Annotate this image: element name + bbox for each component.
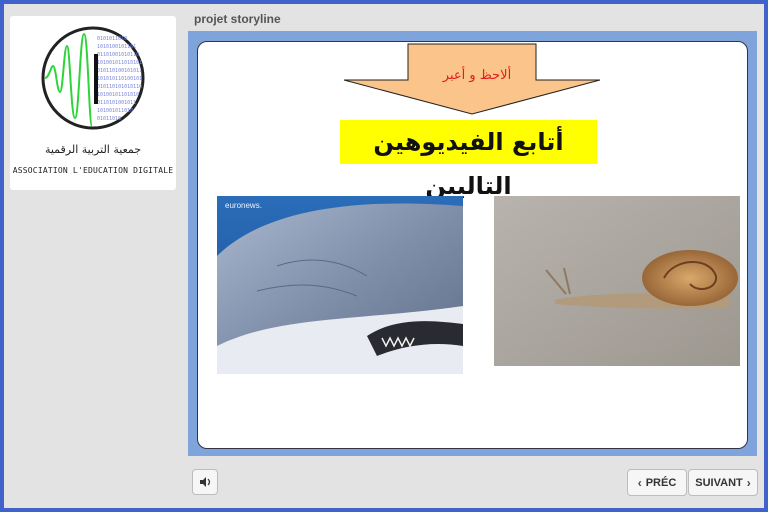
prev-label: PRÉC (645, 476, 677, 489)
chevron-left-icon: ‹ (637, 475, 642, 490)
svg-text:10100101101010: 10100101101010 (97, 92, 139, 98)
chevron-right-icon: › (746, 475, 751, 490)
svg-text:0101011010: 0101011010 (97, 36, 127, 42)
volume-button[interactable] (192, 469, 218, 495)
svg-text:010110101010110: 010110101010110 (97, 84, 142, 90)
slide-canvas: ألاحظ و أعبر أتابع الفيديوهين التاليين e… (197, 41, 748, 449)
svg-text:01101001010110: 01101001010110 (97, 52, 139, 58)
svg-text:101010110100101: 101010110100101 (97, 76, 142, 82)
logo-arabic-text: جمعية التربية الرقمية (44, 143, 142, 156)
sidebar: 0101011010 1010100101101 01101001010110 … (4, 4, 188, 508)
video-thumbnail-snail[interactable] (494, 196, 740, 366)
video-thumbnail-shark[interactable]: euronews. (217, 196, 463, 374)
association-logo-icon: 0101011010 1010100101101 01101001010110 … (41, 26, 145, 130)
speaker-icon (200, 477, 211, 487)
svg-text:010110100101011: 010110100101011 (97, 68, 142, 74)
svg-text:0110101001011: 0110101001011 (97, 100, 136, 106)
svg-text:01011010: 01011010 (97, 116, 121, 122)
logo-french-text: ASSOCIATION L'EDUCATION DIGITALE (12, 166, 174, 175)
callout-text: ألاحظ و أعبر (442, 68, 512, 83)
prev-button[interactable]: ‹ PRÉC (627, 469, 687, 496)
shark-image (217, 196, 463, 374)
next-button[interactable]: SUIVANT › (688, 469, 758, 496)
snail-image (494, 196, 740, 366)
svg-text:1010100101101: 1010100101101 (97, 44, 136, 50)
next-label: SUIVANT (695, 476, 743, 489)
slide-headline: أتابع الفيديوهين التاليين (340, 120, 597, 200)
svg-text:101001011010101: 101001011010101 (97, 60, 142, 66)
euronews-watermark: euronews. (225, 201, 262, 210)
svg-text:101001011010: 101001011010 (97, 108, 133, 114)
course-title: projet storyline (194, 12, 281, 26)
logo-card: 0101011010 1010100101101 01101001010110 … (10, 16, 176, 190)
